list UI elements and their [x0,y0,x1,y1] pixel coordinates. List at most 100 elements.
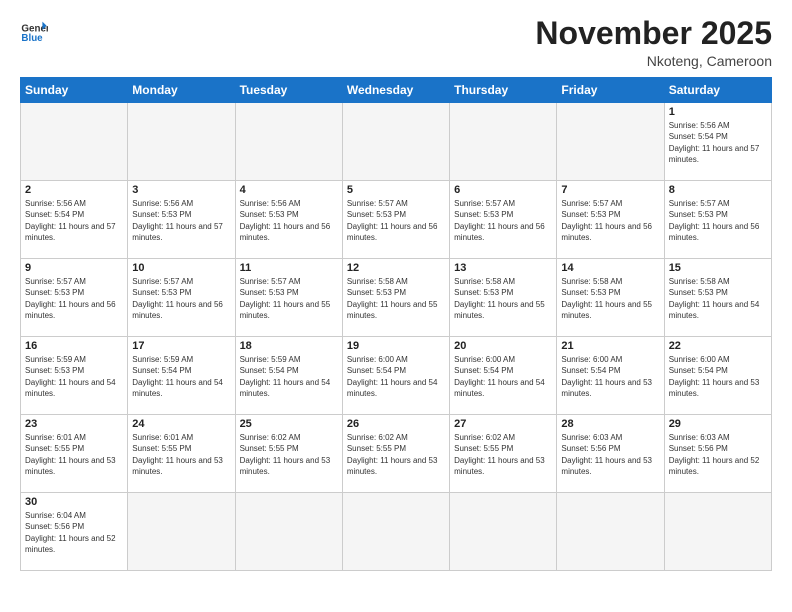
month-title: November 2025 [535,16,772,51]
calendar-day-cell: 18 Sunrise: 5:59 AMSunset: 5:54 PMDayligh… [235,337,342,415]
day-info: Sunrise: 5:58 AMSunset: 5:53 PMDaylight:… [347,276,445,321]
calendar-day-cell: 21 Sunrise: 6:00 AMSunset: 5:54 PMDayligh… [557,337,664,415]
day-number: 19 [347,340,445,352]
calendar-day-cell: 2Sunrise: 5:56 AMSunset: 5:54 PMDaylight… [21,181,128,259]
weekday-header: Thursday [450,78,557,103]
day-number: 6 [454,184,552,196]
calendar-week-row: 2Sunrise: 5:56 AMSunset: 5:54 PMDaylight… [21,181,772,259]
calendar-header-row: SundayMondayTuesdayWednesdayThursdayFrid… [21,78,772,103]
calendar-day-cell: 15Sunrise: 5:58 AMSunset: 5:53 PMDayligh… [664,259,771,337]
calendar-day-cell: 9Sunrise: 5:57 AMSunset: 5:53 PMDaylight… [21,259,128,337]
calendar-day-cell: 20Sunrise: 6:00 AMSunset: 5:54 PMDayligh… [450,337,557,415]
calendar-day-cell [128,103,235,181]
calendar-week-row: 1 Sunrise: 5:56 AMSunset: 5:54 PMDaylight… [21,103,772,181]
day-info: Sunrise: 5:57 AMSunset: 5:53 PMDaylight:… [454,198,552,243]
calendar-day-cell: 8Sunrise: 5:57 AMSunset: 5:53 PMDaylight… [664,181,771,259]
calendar-day-cell: 30 Sunrise: 6:04 AMSunset: 5:56 PMDayligh… [21,493,128,571]
calendar-day-cell: 17 Sunrise: 5:59 AMSunset: 5:54 PMDayligh… [128,337,235,415]
weekday-header: Sunday [21,78,128,103]
day-info: Sunrise: 5:59 AMSunset: 5:54 PMDaylight:… [132,354,230,399]
day-number: 13 [454,262,552,274]
day-info: Sunrise: 5:57 AMSunset: 5:53 PMDaylight:… [240,276,338,321]
calendar-week-row: 9 Sunrise: 5:57 AMSunset: 5:53 PMDaylight… [21,259,772,337]
calendar-day-cell: 16 Sunrise: 5:59 AMSunset: 5:53 PMDayligh… [21,337,128,415]
weekday-header: Wednesday [342,78,449,103]
calendar-day-cell: 27 Sunrise: 6:02 AMSunset: 5:55 PMDayligh… [450,415,557,493]
day-info: Sunrise: 5:57 AMSunset: 5:53 PMDaylight:… [561,198,659,243]
calendar-day-cell [21,103,128,181]
calendar-day-cell [450,493,557,571]
day-number: 28 [561,418,659,430]
day-info: Sunrise: 5:57 AMSunset: 5:53 PMDaylight:… [669,198,767,243]
calendar-day-cell: 3 Sunrise: 5:56 AMSunset: 5:53 PMDaylight… [128,181,235,259]
day-info: Sunrise: 6:02 AMSunset: 5:55 PMDaylight:… [347,432,445,477]
day-info: Sunrise: 6:00 AMSunset: 5:54 PMDaylight:… [561,354,659,399]
calendar-day-cell [450,103,557,181]
weekday-header: Monday [128,78,235,103]
day-number: 18 [240,340,338,352]
calendar-day-cell: 19Sunrise: 6:00 AMSunset: 5:54 PMDayligh… [342,337,449,415]
day-number: 7 [561,184,659,196]
calendar-day-cell [342,103,449,181]
calendar-day-cell [557,103,664,181]
day-number: 10 [132,262,230,274]
day-number: 9 [25,262,123,274]
day-info: Sunrise: 5:56 AMSunset: 5:54 PMDaylight:… [25,198,123,243]
day-number: 26 [347,418,445,430]
day-info: Sunrise: 5:59 AMSunset: 5:54 PMDaylight:… [240,354,338,399]
calendar-day-cell [235,103,342,181]
calendar-day-cell: 29Sunrise: 6:03 AMSunset: 5:56 PMDayligh… [664,415,771,493]
day-info: Sunrise: 5:57 AMSunset: 5:53 PMDaylight:… [347,198,445,243]
calendar-day-cell: 13 Sunrise: 5:58 AMSunset: 5:53 PMDayligh… [450,259,557,337]
calendar-day-cell: 5Sunrise: 5:57 AMSunset: 5:53 PMDaylight… [342,181,449,259]
logo: General Blue [20,16,48,44]
day-number: 4 [240,184,338,196]
calendar-day-cell: 25 Sunrise: 6:02 AMSunset: 5:55 PMDayligh… [235,415,342,493]
day-number: 25 [240,418,338,430]
day-info: Sunrise: 6:04 AMSunset: 5:56 PMDaylight:… [25,510,123,555]
day-info: Sunrise: 6:03 AMSunset: 5:56 PMDaylight:… [561,432,659,477]
day-number: 27 [454,418,552,430]
day-info: Sunrise: 6:02 AMSunset: 5:55 PMDaylight:… [240,432,338,477]
calendar-day-cell: 4Sunrise: 5:56 AMSunset: 5:53 PMDaylight… [235,181,342,259]
day-info: Sunrise: 6:02 AMSunset: 5:55 PMDaylight:… [454,432,552,477]
calendar-day-cell [235,493,342,571]
day-number: 21 [561,340,659,352]
calendar-week-row: 23Sunrise: 6:01 AMSunset: 5:55 PMDayligh… [21,415,772,493]
day-number: 16 [25,340,123,352]
day-number: 29 [669,418,767,430]
calendar-day-cell: 22Sunrise: 6:00 AMSunset: 5:54 PMDayligh… [664,337,771,415]
day-info: Sunrise: 6:01 AMSunset: 5:55 PMDaylight:… [132,432,230,477]
day-info: Sunrise: 6:00 AMSunset: 5:54 PMDaylight:… [669,354,767,399]
calendar-day-cell: 23Sunrise: 6:01 AMSunset: 5:55 PMDayligh… [21,415,128,493]
calendar-week-row: 30 Sunrise: 6:04 AMSunset: 5:56 PMDayligh… [21,493,772,571]
day-number: 1 [669,106,767,118]
day-number: 14 [561,262,659,274]
calendar-day-cell: 24Sunrise: 6:01 AMSunset: 5:55 PMDayligh… [128,415,235,493]
calendar-day-cell: 28 Sunrise: 6:03 AMSunset: 5:56 PMDayligh… [557,415,664,493]
svg-text:Blue: Blue [21,33,43,44]
day-number: 11 [240,262,338,274]
calendar-day-cell: 1 Sunrise: 5:56 AMSunset: 5:54 PMDaylight… [664,103,771,181]
day-info: Sunrise: 5:56 AMSunset: 5:53 PMDaylight:… [132,198,230,243]
day-info: Sunrise: 5:56 AMSunset: 5:54 PMDaylight:… [669,120,767,165]
calendar-day-cell: 12Sunrise: 5:58 AMSunset: 5:53 PMDayligh… [342,259,449,337]
location-title: Nkoteng, Cameroon [535,53,772,69]
calendar-table: SundayMondayTuesdayWednesdayThursdayFrid… [20,77,772,571]
weekday-header: Saturday [664,78,771,103]
calendar-page: General Blue November 2025 Nkoteng, Came… [0,0,792,612]
title-block: November 2025 Nkoteng, Cameroon [535,16,772,69]
day-info: Sunrise: 5:59 AMSunset: 5:53 PMDaylight:… [25,354,123,399]
day-info: Sunrise: 5:58 AMSunset: 5:53 PMDaylight:… [454,276,552,321]
day-info: Sunrise: 5:58 AMSunset: 5:53 PMDaylight:… [669,276,767,321]
day-number: 30 [25,496,123,508]
calendar-day-cell: 14Sunrise: 5:58 AMSunset: 5:53 PMDayligh… [557,259,664,337]
day-number: 17 [132,340,230,352]
day-info: Sunrise: 5:57 AMSunset: 5:53 PMDaylight:… [132,276,230,321]
calendar-day-cell: 26 Sunrise: 6:02 AMSunset: 5:55 PMDayligh… [342,415,449,493]
calendar-week-row: 16 Sunrise: 5:59 AMSunset: 5:53 PMDayligh… [21,337,772,415]
day-info: Sunrise: 6:01 AMSunset: 5:55 PMDaylight:… [25,432,123,477]
calendar-day-cell: 11 Sunrise: 5:57 AMSunset: 5:53 PMDayligh… [235,259,342,337]
calendar-day-cell: 7 Sunrise: 5:57 AMSunset: 5:53 PMDaylight… [557,181,664,259]
day-number: 3 [132,184,230,196]
